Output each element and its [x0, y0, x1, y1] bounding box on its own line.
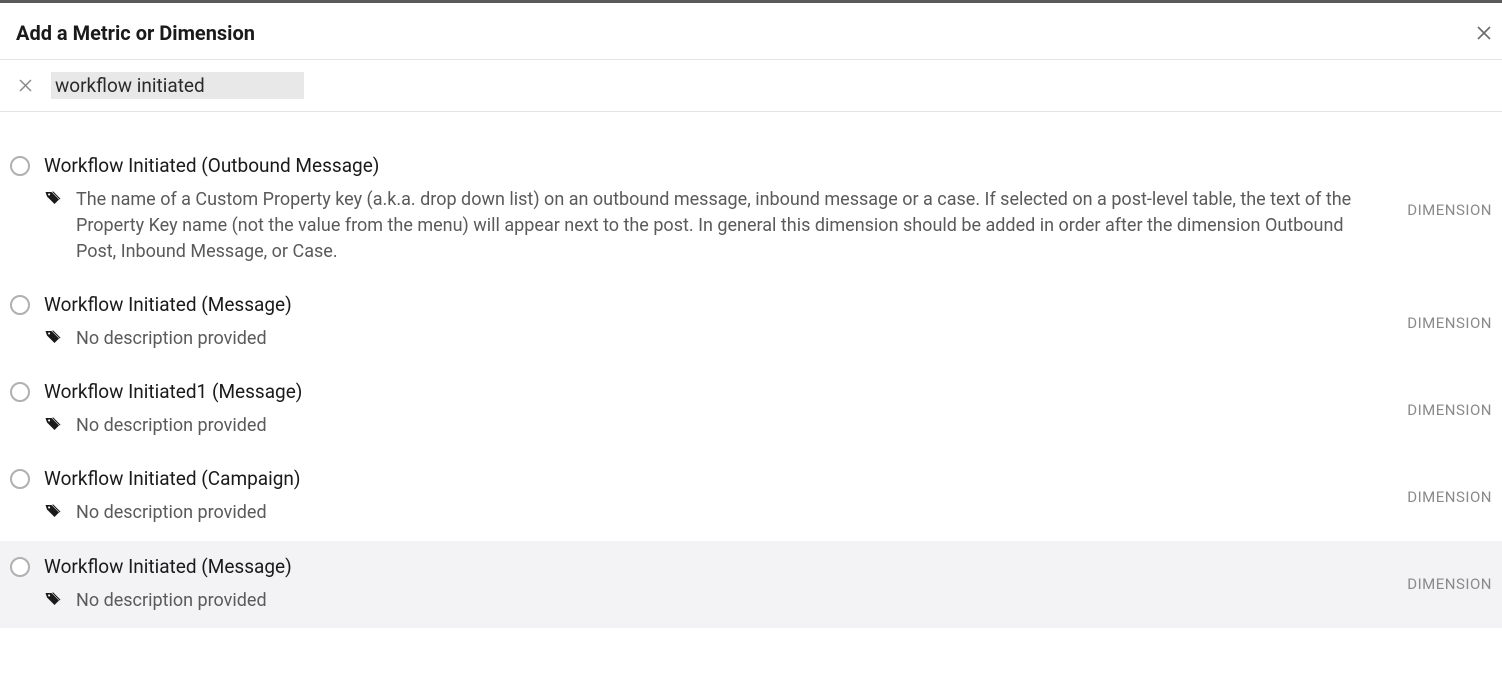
result-description: No description provided — [76, 326, 267, 352]
result-main: Workflow Initiated (Message) No descripti… — [44, 555, 1492, 614]
clear-search-button[interactable] — [17, 78, 33, 94]
result-desc-row: The name of a Custom Property key (a.k.a… — [44, 187, 1372, 265]
close-dialog-button[interactable] — [1476, 25, 1492, 41]
result-main: Workflow Initiated1 (Message) No descript… — [44, 380, 1492, 439]
result-description: The name of a Custom Property key (a.k.a… — [76, 187, 1372, 265]
tag-icon — [44, 415, 62, 433]
results-list: Workflow Initiated (Outbound Message) The… — [0, 112, 1502, 628]
result-desc-row: No description provided — [44, 500, 1372, 526]
tag-icon — [44, 590, 62, 608]
result-title: Workflow Initiated (Message) — [44, 555, 1372, 578]
result-desc-row: No description provided — [44, 413, 1372, 439]
result-description: No description provided — [76, 500, 267, 526]
type-label: DIMENSION — [1407, 401, 1492, 419]
result-title: Workflow Initiated (Outbound Message) — [44, 154, 1372, 177]
type-label: DIMENSION — [1407, 575, 1492, 593]
result-item[interactable]: Workflow Initiated (Campaign) No descript… — [0, 453, 1502, 540]
result-radio[interactable] — [10, 382, 30, 402]
close-icon — [19, 79, 32, 92]
result-title: Workflow Initiated (Campaign) — [44, 467, 1372, 490]
tag-icon — [44, 502, 62, 520]
result-main: Workflow Initiated (Outbound Message) The… — [44, 154, 1492, 265]
result-radio[interactable] — [10, 156, 30, 176]
result-item[interactable]: Workflow Initiated (Message) No descripti… — [0, 541, 1502, 628]
result-item[interactable]: Workflow Initiated (Outbound Message) The… — [0, 140, 1502, 279]
close-icon — [1477, 26, 1491, 40]
result-item[interactable]: Workflow Initiated (Message) No descripti… — [0, 279, 1502, 366]
result-radio[interactable] — [10, 469, 30, 489]
search-row — [0, 60, 1502, 112]
result-description: No description provided — [76, 588, 267, 614]
type-label: DIMENSION — [1407, 488, 1492, 506]
result-desc-row: No description provided — [44, 588, 1372, 614]
type-label: DIMENSION — [1407, 314, 1492, 332]
dialog-title: Add a Metric or Dimension — [16, 21, 255, 45]
result-item[interactable]: Workflow Initiated1 (Message) No descript… — [0, 366, 1502, 453]
tag-icon — [44, 328, 62, 346]
result-main: Workflow Initiated (Campaign) No descript… — [44, 467, 1492, 526]
result-main: Workflow Initiated (Message) No descripti… — [44, 293, 1492, 352]
tag-icon — [44, 189, 62, 207]
result-radio[interactable] — [10, 295, 30, 315]
result-title: Workflow Initiated1 (Message) — [44, 380, 1372, 403]
dialog-header: Add a Metric or Dimension — [0, 3, 1502, 60]
result-description: No description provided — [76, 413, 267, 439]
type-label: DIMENSION — [1407, 201, 1492, 219]
result-radio[interactable] — [10, 557, 30, 577]
result-title: Workflow Initiated (Message) — [44, 293, 1372, 316]
result-desc-row: No description provided — [44, 326, 1372, 352]
search-input[interactable] — [51, 72, 304, 99]
